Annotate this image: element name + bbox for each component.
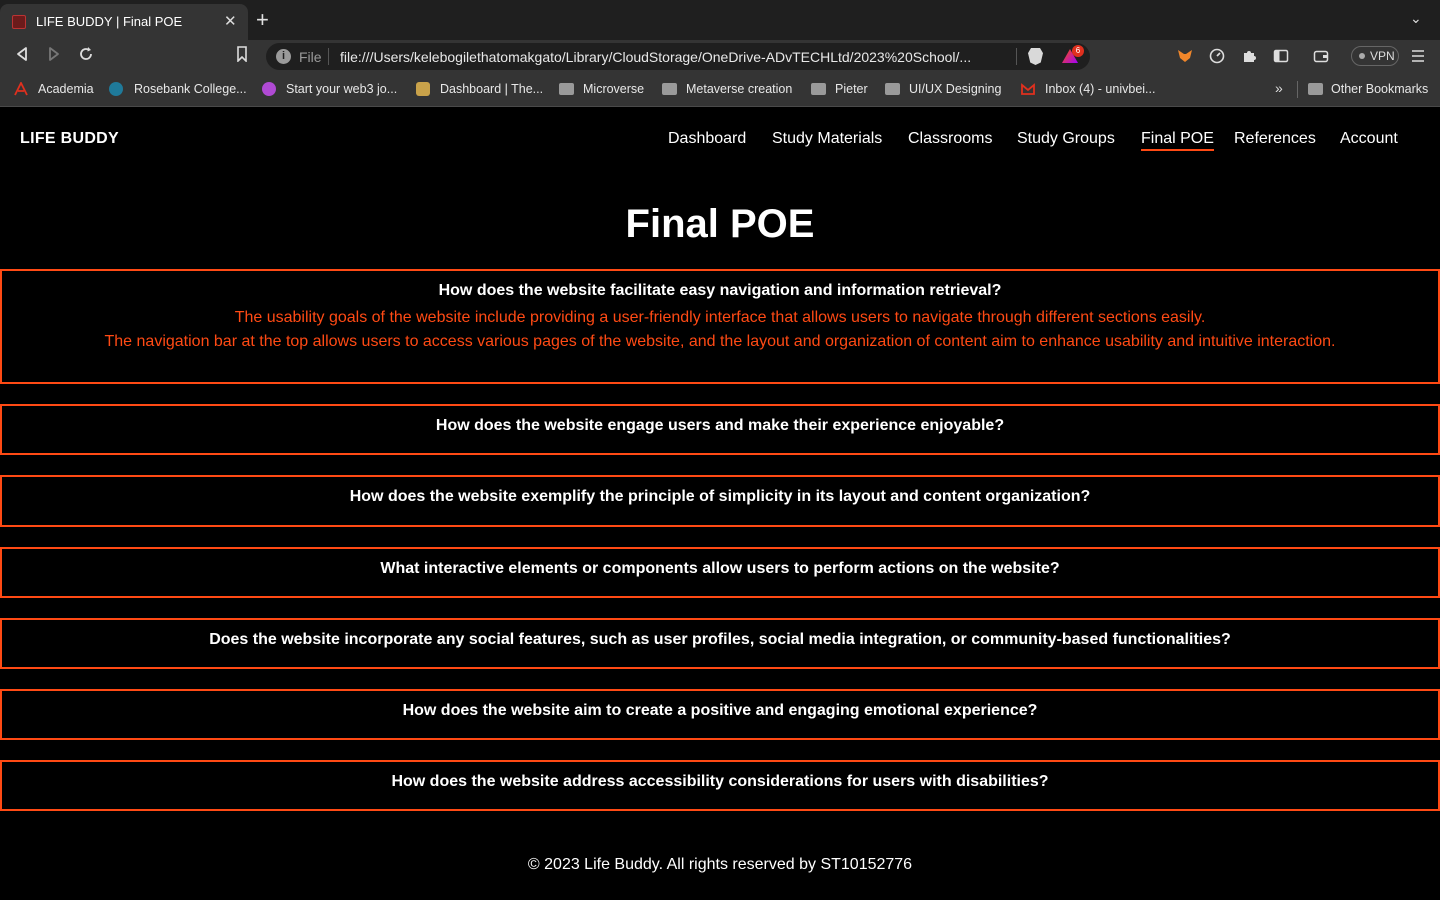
forward-icon[interactable] bbox=[47, 46, 61, 67]
faq-item[interactable]: How does the website address accessibili… bbox=[0, 760, 1440, 811]
browser-tab-active[interactable]: LIFE BUDDY | Final POE ✕ bbox=[0, 4, 248, 40]
web3-icon bbox=[262, 82, 276, 96]
vpn-label: VPN bbox=[1370, 49, 1395, 63]
nav-study-materials[interactable]: Study Materials bbox=[772, 130, 882, 148]
rewards-badge: 6 bbox=[1072, 45, 1084, 57]
tab-close-icon[interactable]: ✕ bbox=[224, 12, 237, 30]
nav-study-groups[interactable]: Study Groups bbox=[1017, 130, 1115, 148]
brave-shields-icon[interactable] bbox=[1028, 48, 1043, 65]
academia-icon bbox=[14, 80, 28, 96]
folder-icon bbox=[811, 83, 826, 95]
nav-classrooms[interactable]: Classrooms bbox=[908, 130, 992, 148]
dashboard-icon bbox=[416, 82, 430, 96]
bookmark-uiux-designing[interactable]: UI/UX Designing bbox=[909, 82, 1001, 96]
bookmark-inbox[interactable]: Inbox (4) - univbei... bbox=[1045, 82, 1155, 96]
folder-icon bbox=[1308, 83, 1323, 95]
vpn-button[interactable]: VPN bbox=[1351, 46, 1399, 66]
metamask-fox-icon[interactable] bbox=[1177, 48, 1193, 64]
back-icon[interactable] bbox=[15, 46, 29, 67]
browser-toolbar: i File file:///Users/kelebogilethatomakg… bbox=[0, 40, 1440, 72]
folder-icon bbox=[885, 83, 900, 95]
nav-dashboard[interactable]: Dashboard bbox=[668, 130, 746, 148]
speed-extension-icon[interactable] bbox=[1209, 48, 1225, 64]
nav-references[interactable]: References bbox=[1234, 130, 1316, 148]
faq-question[interactable]: How does the website facilitate easy nav… bbox=[2, 282, 1438, 300]
bookmark-microverse[interactable]: Microverse bbox=[583, 82, 644, 96]
browser-tab-strip: LIFE BUDDY | Final POE ✕ + ⌄ bbox=[0, 0, 1440, 40]
bookmark-dashboard[interactable]: Dashboard | The... bbox=[440, 82, 543, 96]
nav-final-poe[interactable]: Final POE bbox=[1141, 130, 1214, 151]
site-logo[interactable]: LIFE BUDDY bbox=[20, 130, 119, 148]
bookmark-other-bookmarks[interactable]: Other Bookmarks bbox=[1331, 82, 1428, 96]
bookmark-academia[interactable]: Academia bbox=[38, 82, 94, 96]
faq-item[interactable]: How does the website aim to create a pos… bbox=[0, 689, 1440, 740]
address-divider-2 bbox=[1016, 48, 1017, 65]
reload-icon[interactable] bbox=[78, 46, 94, 67]
bookmark-metaverse-creation[interactable]: Metaverse creation bbox=[686, 82, 792, 96]
faq-question[interactable]: How does the website address accessibili… bbox=[2, 773, 1438, 791]
footer-copyright: © 2023 Life Buddy. All rights reserved b… bbox=[527, 856, 913, 873]
faq-item[interactable]: Does the website incorporate any social … bbox=[0, 618, 1440, 669]
address-url[interactable]: file:///Users/kelebogilethatomakgato/Lib… bbox=[340, 49, 1012, 65]
bookmark-web3[interactable]: Start your web3 jo... bbox=[286, 82, 397, 96]
extensions-puzzle-icon[interactable] bbox=[1241, 48, 1257, 64]
sharepoint-icon bbox=[109, 82, 123, 96]
faq-item[interactable]: How does the website exemplify the princ… bbox=[0, 475, 1440, 527]
faq-question[interactable]: How does the website engage users and ma… bbox=[2, 417, 1438, 435]
faq-answer-line: The usability goals of the website inclu… bbox=[234, 309, 1206, 326]
folder-icon bbox=[559, 83, 574, 95]
site-favicon-icon bbox=[12, 15, 26, 29]
faq-question[interactable]: Does the website incorporate any social … bbox=[2, 631, 1438, 649]
bookmark-page-icon[interactable] bbox=[236, 46, 248, 67]
faq-item-expanded[interactable]: How does the website facilitate easy nav… bbox=[0, 269, 1440, 384]
address-scheme-label: File bbox=[299, 49, 322, 65]
vpn-status-dot bbox=[1359, 53, 1365, 59]
address-divider bbox=[328, 48, 329, 65]
site-info-icon[interactable]: i bbox=[276, 49, 291, 64]
bookmarks-overflow-icon[interactable]: » bbox=[1275, 80, 1283, 96]
faq-answer-line: The navigation bar at the top allows use… bbox=[104, 333, 1336, 350]
bookmarks-divider bbox=[1297, 81, 1298, 98]
faq-item[interactable]: What interactive elements or components … bbox=[0, 547, 1440, 598]
bookmarks-bar: Academia Rosebank College... Start your … bbox=[0, 72, 1440, 107]
faq-question[interactable]: How does the website exemplify the princ… bbox=[2, 488, 1438, 506]
folder-icon bbox=[662, 83, 677, 95]
address-bar[interactable]: i File file:///Users/kelebogilethatomakg… bbox=[266, 43, 1090, 70]
sidebar-toggle-icon[interactable] bbox=[1273, 48, 1289, 64]
page-title: Final POE bbox=[625, 202, 815, 246]
faq-item[interactable]: How does the website engage users and ma… bbox=[0, 404, 1440, 455]
new-tab-icon[interactable]: + bbox=[256, 9, 269, 31]
tab-list-chevron-icon[interactable]: ⌄ bbox=[1410, 10, 1422, 27]
bookmark-pieter[interactable]: Pieter bbox=[835, 82, 868, 96]
faq-question[interactable]: How does the website aim to create a pos… bbox=[2, 702, 1438, 720]
faq-question[interactable]: What interactive elements or components … bbox=[2, 560, 1438, 578]
tab-title: LIFE BUDDY | Final POE bbox=[36, 14, 183, 29]
menu-icon[interactable] bbox=[1411, 48, 1427, 64]
wallet-icon[interactable] bbox=[1313, 48, 1329, 64]
bookmark-rosebank-college[interactable]: Rosebank College... bbox=[134, 82, 247, 96]
site-header: LIFE BUDDY Dashboard Study Materials Cla… bbox=[0, 108, 1440, 172]
nav-account[interactable]: Account bbox=[1340, 130, 1398, 148]
gmail-icon bbox=[1021, 82, 1035, 96]
